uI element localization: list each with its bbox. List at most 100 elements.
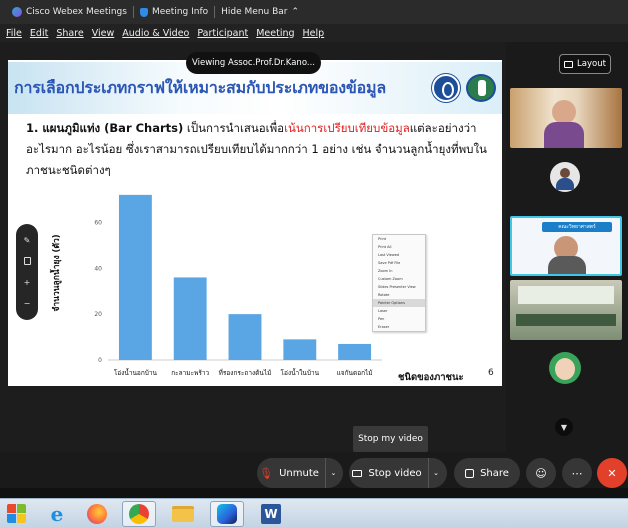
ctx-item[interactable]: Laser — [373, 307, 425, 315]
chrome-icon[interactable] — [122, 501, 156, 527]
participant-video-active[interactable]: คณะวิทยาศาสตร์ — [510, 216, 622, 276]
chart-y-axis-label: จำนวนลูกน้ำยุง (ตัว) — [52, 234, 62, 312]
menu-file[interactable]: File — [6, 28, 22, 39]
pen-icon[interactable]: ✎ — [24, 236, 31, 245]
avatar — [556, 178, 574, 190]
menu-share[interactable]: Share — [56, 28, 83, 39]
menu-edit[interactable]: Edit — [30, 28, 48, 39]
ctx-item[interactable]: Slides Presenter View — [373, 283, 425, 291]
x-tick-label: โอ่งน้ำในบ้าน — [281, 368, 320, 377]
mic-muted-icon: 🎙 — [259, 466, 274, 480]
slide-page-number: 6 — [488, 368, 494, 378]
room-desks — [516, 314, 616, 326]
bar — [173, 277, 207, 360]
ctx-item[interactable]: Zoom In — [373, 267, 425, 275]
x-tick-label: กะลามะพร้าว — [171, 369, 209, 377]
y-tick-label: 20 — [94, 311, 102, 318]
webex-logo-icon — [12, 7, 22, 17]
layout-button[interactable]: Layout — [559, 54, 611, 74]
unmute-label: Unmute — [279, 467, 319, 479]
ctx-item-selected[interactable]: Pointer Options — [373, 299, 425, 307]
end-call-button[interactable]: ✕ — [597, 458, 627, 488]
status-strip — [0, 488, 628, 498]
ie-glyph: e — [50, 502, 64, 526]
meeting-info-label: Meeting Info — [151, 7, 209, 17]
menu-meeting[interactable]: Meeting — [256, 28, 294, 39]
x-tick-label: โอ่งน้ำนอกบ้าน — [114, 368, 158, 377]
chevron-down-icon[interactable]: ▼ — [555, 418, 573, 436]
menu-view[interactable]: View — [92, 28, 115, 39]
layout-label: Layout — [577, 59, 606, 69]
bar-chart: โอ่งน้ำนอกบ้าน กะลามะพร้าว ที่รองกระถางต้น… — [94, 194, 382, 377]
participant-video[interactable] — [510, 88, 622, 148]
stop-video-label: Stop video — [368, 467, 422, 479]
ctx-item[interactable]: Print All — [373, 243, 425, 251]
menu-bar: File Edit Share View Audio & Video Parti… — [0, 24, 628, 42]
y-tick-label: 40 — [94, 265, 102, 272]
slide-title: การเลือกประเภทกราฟให้เหมาะสมกับประเภทของ… — [14, 78, 386, 97]
file-explorer-icon[interactable] — [166, 501, 200, 527]
bar — [118, 194, 152, 360]
x-tick-label: ที่รองกระถางต้นไม้ — [219, 368, 272, 377]
windows-start-icon[interactable] — [6, 503, 28, 525]
menu-help[interactable]: Help — [303, 28, 325, 39]
meeting-info-button[interactable]: Meeting Info — [134, 7, 214, 17]
viewing-indicator[interactable]: Viewing Assoc.Prof.Dr.Kano... — [186, 52, 321, 74]
chevron-down-icon[interactable]: ⌄ — [427, 458, 444, 488]
title-bar: Cisco Webex Meetings Meeting Info Hide M… — [0, 0, 628, 24]
ctx-item[interactable]: Last Viewed — [373, 251, 425, 259]
chevron-up-icon: ⌃ — [291, 7, 300, 17]
bar — [338, 343, 372, 360]
word-glyph: W — [261, 504, 281, 524]
ctx-item[interactable]: Rotate — [373, 291, 425, 299]
firefox-icon[interactable] — [80, 501, 114, 527]
start-pane — [7, 514, 16, 523]
start-pane — [17, 504, 26, 513]
layout-icon — [564, 60, 574, 68]
avatar — [560, 168, 570, 178]
slide-context-menu: Print Print All Last Viewed Save Pdf Fil… — [372, 234, 426, 332]
zoom-in-icon[interactable]: + — [24, 278, 31, 287]
close-icon: ✕ — [607, 466, 617, 480]
menu-participant[interactable]: Participant — [197, 28, 248, 39]
hide-menu-bar-button[interactable]: Hide Menu Bar ⌃ — [215, 7, 305, 17]
ctx-item[interactable]: Pen — [373, 315, 425, 323]
annotation-toolbar: ✎ + − — [16, 224, 38, 320]
hide-menu-label: Hide Menu Bar — [221, 7, 288, 17]
share-button[interactable]: Share — [454, 458, 520, 488]
chrome-glyph — [129, 504, 149, 524]
word-icon[interactable]: W — [254, 501, 288, 527]
chevron-down-icon[interactable]: ⌄ — [324, 458, 341, 488]
start-pane — [7, 504, 16, 513]
ctx-item[interactable]: Print — [373, 235, 425, 243]
chart-y-ticks: 0 20 40 60 — [94, 219, 102, 364]
ctx-item[interactable]: Custom Zoom — [373, 275, 425, 283]
webex-taskbar-icon[interactable] — [210, 501, 244, 527]
participant-audio-only[interactable] — [510, 344, 622, 404]
unmute-button[interactable]: 🎙 Unmute ⌄ — [257, 458, 343, 488]
firefox-glyph — [87, 504, 107, 524]
internet-explorer-icon[interactable]: e — [40, 501, 74, 527]
share-icon — [465, 468, 475, 478]
ctx-item[interactable]: Eraser — [373, 323, 425, 331]
faculty-logo-icon — [466, 74, 496, 102]
paragraph-lead: 1. แผนภูมิแท่ง (Bar Charts) — [26, 121, 184, 135]
participant-figure — [548, 256, 586, 274]
participant-audio-only[interactable] — [510, 152, 622, 212]
y-tick-label: 60 — [94, 219, 102, 226]
paragraph-part-a: เป็นการนำเสนอเพื่อ — [183, 121, 285, 135]
app-title-segment: Cisco Webex Meetings — [6, 7, 133, 17]
camera-icon — [352, 469, 363, 477]
room-window — [518, 286, 614, 304]
participant-video[interactable] — [510, 280, 622, 340]
ctx-item[interactable]: Save Pdf File — [373, 259, 425, 267]
participant-banner: คณะวิทยาศาสตร์ — [542, 222, 612, 232]
stop-video-button[interactable]: Stop video ⌄ — [349, 458, 447, 488]
reactions-button[interactable]: ☺ — [526, 458, 556, 488]
save-icon[interactable] — [23, 257, 31, 266]
zoom-out-icon[interactable]: − — [24, 299, 31, 308]
smiley-icon: ☺ — [535, 466, 547, 480]
more-options-button[interactable]: ⋯ — [562, 458, 592, 488]
menu-audio-video[interactable]: Audio & Video — [122, 28, 189, 39]
participant-figure — [552, 100, 576, 124]
